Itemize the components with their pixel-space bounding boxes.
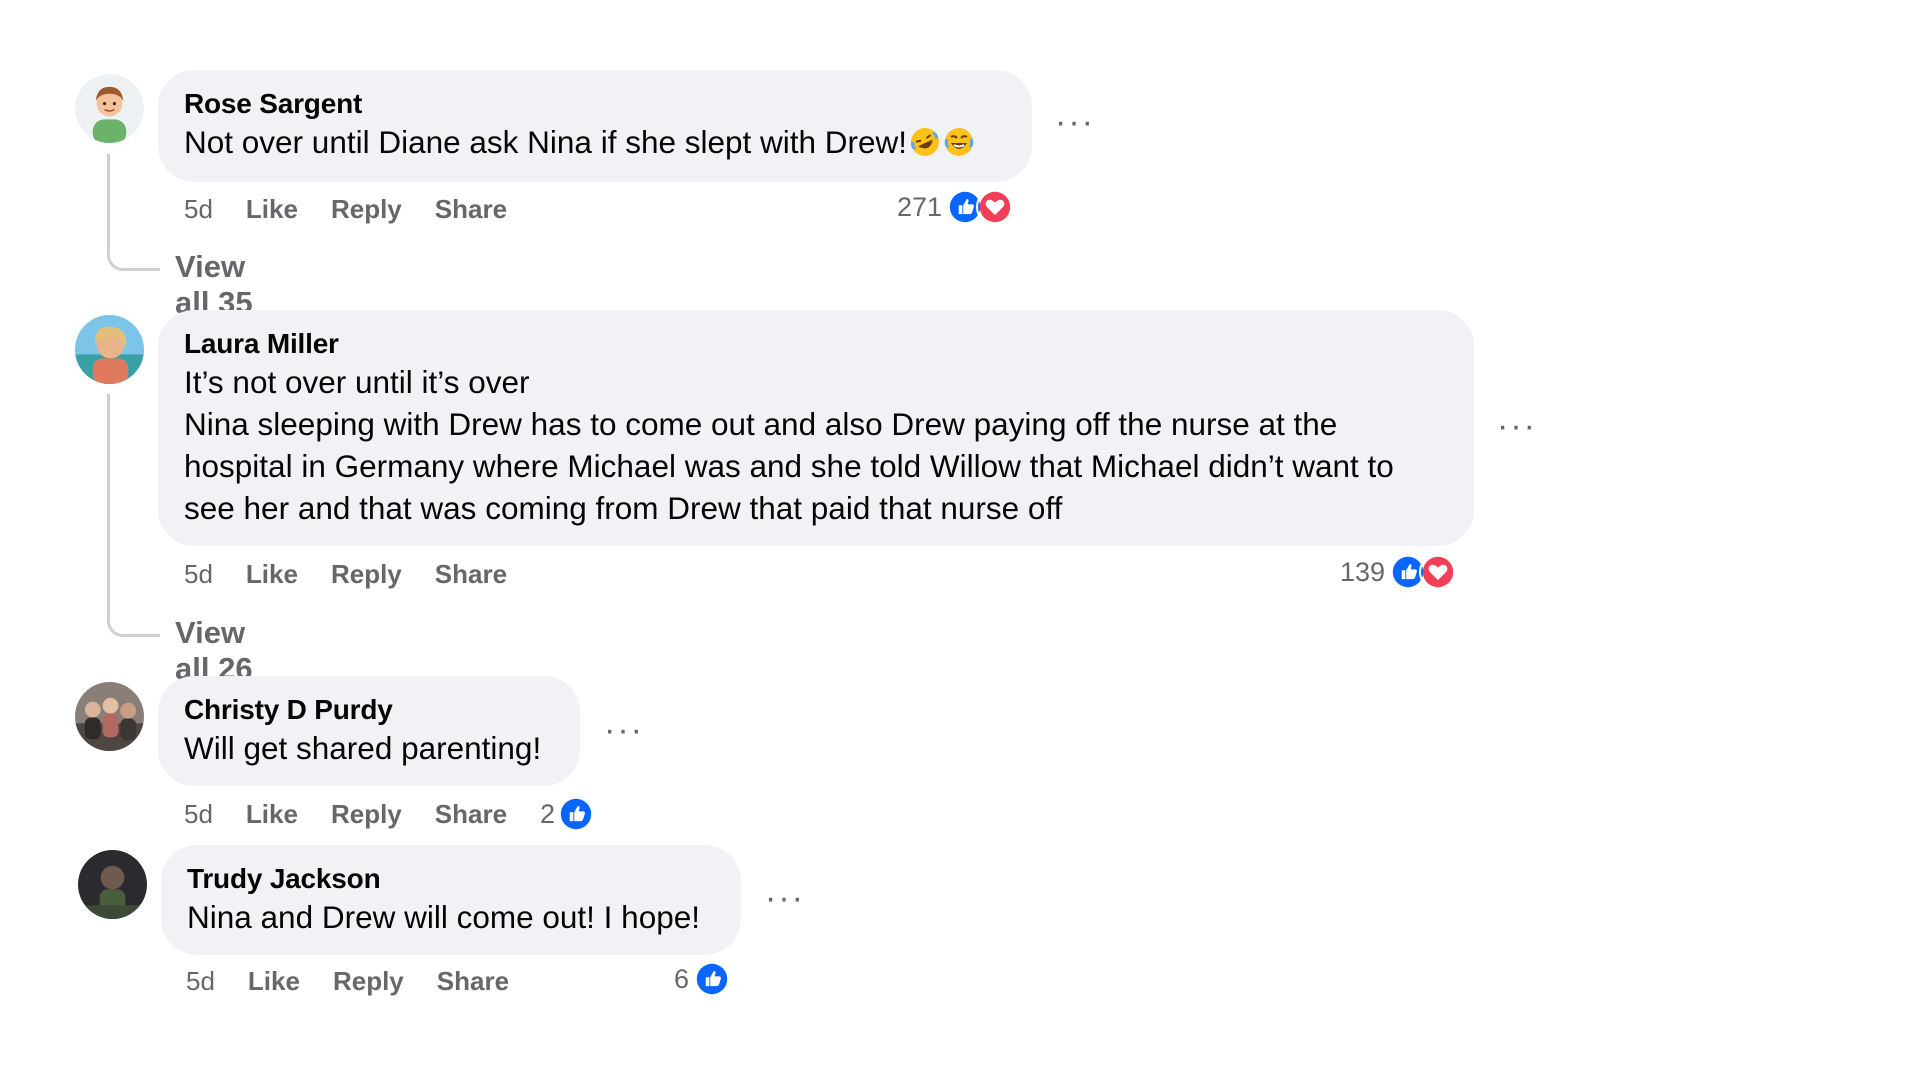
share-button[interactable]: Share (437, 966, 509, 997)
comment-text-line: It’s not over until it’s over (184, 364, 530, 400)
thread-connector (107, 246, 160, 271)
like-button[interactable]: Like (246, 559, 298, 590)
reaction-count: 139 (1340, 556, 1386, 587)
reply-button[interactable]: Reply (333, 966, 404, 997)
comment-author[interactable]: Rose Sargent (184, 87, 1006, 121)
reply-button[interactable]: Reply (331, 799, 402, 830)
share-button[interactable]: Share (435, 194, 507, 225)
avatar[interactable] (75, 682, 144, 751)
comment-author[interactable]: Christy D Purdy (184, 693, 554, 727)
comment-bubble: Christy D Purdy Will get shared parentin… (158, 676, 580, 786)
avatar[interactable] (75, 74, 144, 143)
comment-actions: 5d Like Reply Share (186, 961, 542, 1001)
like-button[interactable]: Like (246, 194, 298, 225)
reply-button[interactable]: Reply (331, 559, 402, 590)
love-reaction-icon (976, 188, 1015, 226)
thread-line (107, 394, 110, 612)
comment-time[interactable]: 5d (186, 966, 215, 997)
comment-time[interactable]: 5d (184, 559, 213, 590)
comment-bubble: Trudy Jackson Nina and Drew will come ou… (161, 845, 741, 955)
comment-author[interactable]: Trudy Jackson (187, 862, 715, 896)
comment-text-line: hospital in Germany where Michael was an… (184, 448, 1394, 484)
thread-connector (107, 612, 160, 637)
comment-bubble: Rose Sargent Not over until Diane ask Ni… (158, 70, 1032, 182)
avatar[interactable] (78, 850, 147, 919)
comment-actions: 5d Like Reply Share (184, 554, 540, 594)
comment-text: Will get shared parenting! (184, 730, 542, 766)
comment-time[interactable]: 5d (184, 799, 213, 830)
like-reaction-icon (693, 960, 732, 998)
comment-author[interactable]: Laura Miller (184, 327, 1448, 361)
reaction-summary[interactable]: 139 (1340, 552, 1458, 592)
reaction-count: 271 (897, 191, 943, 222)
comment-text-row: Not over until Diane ask Nina if she sle… (184, 121, 1006, 163)
like-reaction-icon (557, 795, 596, 833)
share-button[interactable]: Share (435, 559, 507, 590)
rolling-on-floor-laughing-emoji (909, 126, 941, 158)
more-options-icon[interactable]: ··· (765, 881, 805, 915)
comment-text: Nina and Drew will come out! I hope! (187, 899, 700, 935)
comment-text-line: Nina sleeping with Drew has to come out … (184, 406, 1338, 442)
comment-time[interactable]: 5d (184, 194, 213, 225)
tears-of-joy-emoji (943, 126, 975, 158)
comment-bubble: Laura Miller It’s not over until it’s ov… (158, 310, 1474, 546)
more-options-icon[interactable]: ··· (604, 713, 644, 747)
reaction-summary[interactable]: 6 (674, 959, 732, 999)
more-options-icon[interactable]: ··· (1055, 105, 1095, 139)
comment-text: Not over until Diane ask Nina if she sle… (184, 124, 908, 160)
comment-actions: 5d Like Reply Share (184, 189, 540, 229)
comment-text-line: see her and that was coming from Drew th… (184, 490, 1063, 526)
reaction-count: 6 (674, 963, 690, 994)
reaction-summary[interactable]: 2 (540, 795, 628, 833)
reaction-summary[interactable]: 271 (897, 187, 1015, 227)
reaction-count: 2 (540, 798, 556, 829)
love-reaction-icon (1419, 553, 1458, 591)
like-button[interactable]: Like (248, 966, 300, 997)
comment-actions: 5d Like Reply Share 2 (184, 794, 628, 834)
thread-line (107, 154, 110, 246)
reply-button[interactable]: Reply (331, 194, 402, 225)
avatar[interactable] (75, 315, 144, 384)
share-button[interactable]: Share (435, 799, 507, 830)
more-options-icon[interactable]: ··· (1497, 409, 1537, 443)
like-button[interactable]: Like (246, 799, 298, 830)
